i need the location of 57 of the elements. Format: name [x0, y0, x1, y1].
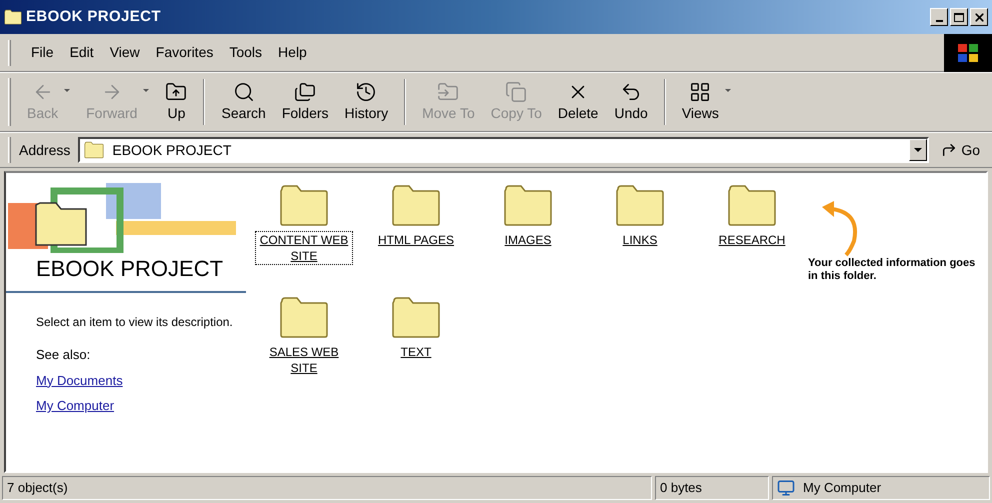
folders-icon [294, 81, 316, 103]
move-to-icon [437, 81, 460, 103]
folder-item[interactable]: HTML PAGES [376, 232, 456, 248]
folder-icon [279, 295, 329, 338]
folder-icon [279, 183, 329, 226]
folder-icon [391, 295, 441, 338]
folder-item[interactable]: TEXT [398, 344, 434, 360]
folder-icon [4, 9, 22, 25]
go-arrow-icon [941, 142, 958, 158]
folder-icon [727, 183, 777, 226]
menu-item[interactable]: Favorites [148, 42, 222, 63]
folder-icon [615, 183, 665, 226]
computer-icon [777, 479, 795, 497]
status-objects: 7 object(s) [2, 476, 652, 500]
link[interactable]: My Computer [36, 396, 114, 416]
dropdown-button[interactable] [909, 139, 928, 161]
toolbar-button[interactable]: Search [213, 81, 274, 123]
folder-item[interactable]: CONTENT WEB SITE [256, 232, 352, 264]
folder-icon [391, 183, 441, 226]
menu-item[interactable]: Tools [221, 42, 270, 63]
maximize-button[interactable] [950, 8, 968, 26]
status-size: 0 bytes [655, 476, 769, 500]
address-label: Address [18, 140, 72, 160]
search-icon [232, 81, 255, 103]
menu-item[interactable]: View [102, 42, 148, 63]
folder-icon [84, 141, 104, 159]
menu-item[interactable]: Help [270, 42, 315, 63]
grid-icon [689, 81, 712, 103]
annotation-text: Your collected information goes in this folder. [808, 257, 976, 283]
menu-item[interactable]: File [23, 42, 62, 63]
description-text: Select an item to view its description. [35, 314, 234, 331]
folder-icon [503, 183, 553, 226]
folder-up-icon [165, 81, 188, 103]
panel-title: EBOOK PROJECT [35, 255, 224, 283]
folder-item[interactable]: RESEARCH [716, 232, 788, 248]
folder-item[interactable]: SALES WEB SITE [256, 344, 352, 376]
go-button[interactable]: Go [933, 140, 988, 160]
close-button[interactable] [970, 8, 988, 26]
copy-icon [505, 81, 528, 103]
toolbar-button[interactable]: Undo [606, 81, 656, 123]
minimize-button[interactable] [930, 8, 948, 26]
windows-logo [944, 34, 992, 72]
window-title: EBOOK PROJECT [26, 6, 161, 27]
menu-item[interactable]: Edit [62, 42, 102, 63]
toolbar-button[interactable]: Up [157, 81, 196, 123]
toolbar-button[interactable]: Folders [274, 81, 337, 123]
folder-item[interactable]: LINKS [620, 232, 660, 248]
see-also-label: See also: [35, 346, 92, 364]
status-zone: My Computer [803, 479, 882, 498]
history-icon [355, 81, 378, 103]
address-field[interactable]: EBOOK PROJECT [78, 137, 930, 163]
close-icon [972, 10, 986, 24]
toolbar-button[interactable]: Views [674, 81, 739, 123]
link[interactable]: My Documents [36, 370, 123, 390]
folder-item[interactable]: IMAGES [502, 232, 554, 248]
toolbar-button[interactable]: History [336, 81, 396, 123]
toolbar-button[interactable]: Delete [550, 81, 606, 123]
